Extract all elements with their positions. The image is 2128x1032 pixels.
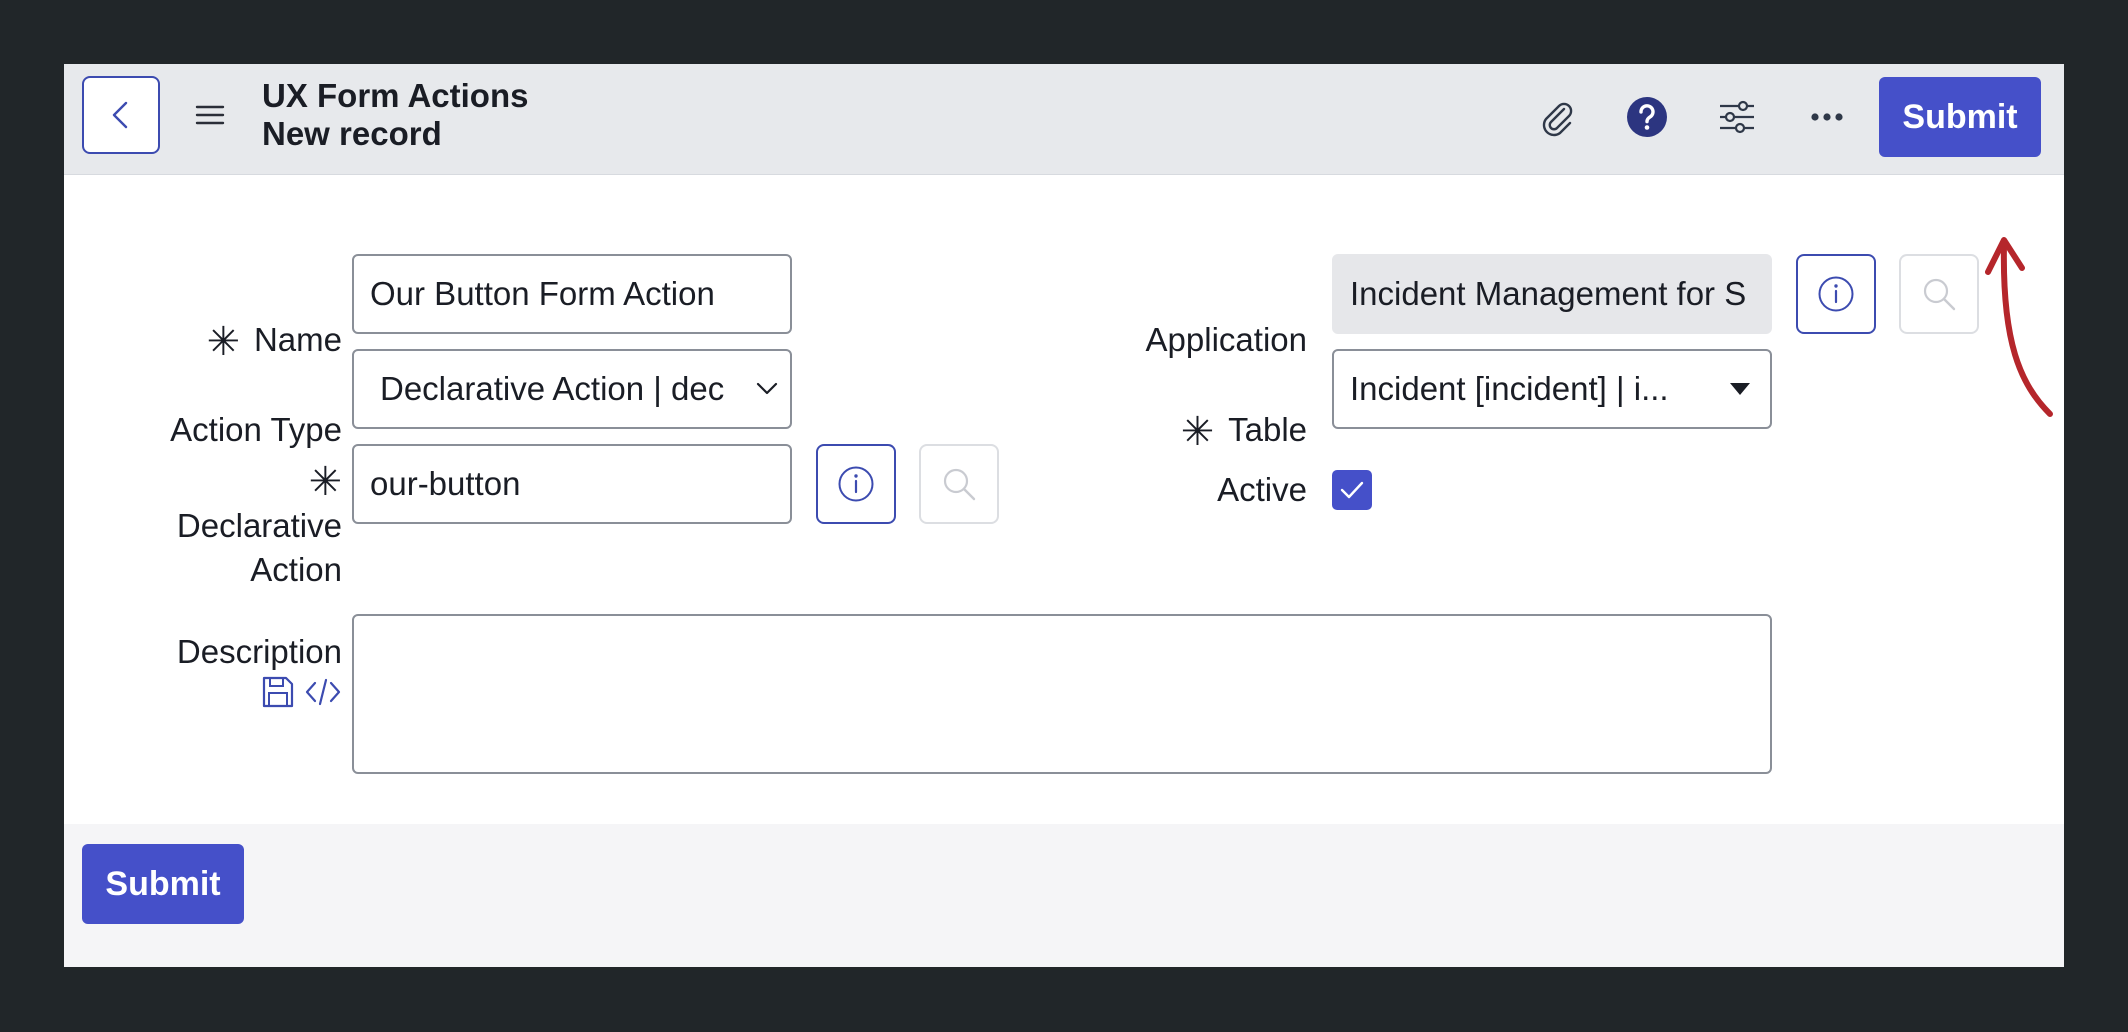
annotation-arrow-icon	[1985, 237, 2053, 417]
code-icon[interactable]	[304, 674, 342, 710]
checkmark-icon	[1340, 481, 1364, 499]
page-subtitle: New record	[262, 115, 442, 152]
application-field: Incident Management for S	[1332, 254, 1772, 334]
table-label: ✳ Table	[1180, 410, 1307, 455]
help-icon	[1627, 97, 1667, 137]
description-label: Description	[177, 632, 342, 710]
name-input[interactable]: Our Button Form Action	[352, 254, 792, 334]
description-textarea[interactable]	[352, 614, 1772, 774]
application-search-button[interactable]	[1899, 254, 1979, 334]
more-options-button[interactable]	[1804, 94, 1850, 140]
help-button[interactable]	[1624, 94, 1670, 140]
info-icon	[1818, 276, 1854, 312]
header-submit-button[interactable]: Submit	[1879, 77, 2041, 157]
active-label: Active	[1217, 471, 1307, 508]
declarative-action-label: ✳ Declarative Action	[176, 460, 342, 588]
save-icon[interactable]	[260, 674, 296, 710]
required-icon: ✳	[308, 460, 342, 504]
paperclip-icon	[1542, 102, 1573, 137]
info-icon	[838, 466, 874, 502]
form-footer: Submit	[64, 824, 2064, 967]
sliders-icon	[1720, 100, 1754, 134]
chevron-left-icon	[112, 101, 128, 129]
form-window: UX Form Actions New record Submit ✳ Name…	[64, 64, 2064, 967]
search-icon	[1923, 278, 1956, 311]
table-select[interactable]: Incident [incident] | i...	[1332, 349, 1772, 429]
active-checkbox[interactable]	[1332, 470, 1372, 510]
attachment-button[interactable]	[1534, 94, 1580, 140]
search-icon	[943, 468, 976, 501]
more-horizontal-icon	[1811, 113, 1843, 121]
menu-button[interactable]	[190, 95, 230, 135]
required-icon: ✳	[206, 320, 240, 365]
personalize-button[interactable]	[1714, 94, 1760, 140]
action-type-label: Action Type	[170, 411, 342, 448]
application-label: Application	[1145, 321, 1307, 358]
page-title: UX Form Actions	[262, 77, 529, 114]
back-button[interactable]	[82, 76, 160, 154]
caret-down-icon	[1730, 383, 1750, 395]
application-info-button[interactable]	[1796, 254, 1876, 334]
declarative-action-search-button[interactable]	[919, 444, 999, 524]
name-label: ✳ Name	[206, 320, 342, 365]
footer-submit-button[interactable]: Submit	[82, 844, 244, 924]
form-header: UX Form Actions New record Submit	[64, 64, 2064, 175]
declarative-action-info-button[interactable]	[816, 444, 896, 524]
required-icon: ✳	[1180, 410, 1215, 455]
hamburger-icon	[195, 105, 225, 125]
action-type-select[interactable]: Declarative Action | dec	[352, 349, 792, 429]
chevron-down-icon	[756, 382, 778, 395]
declarative-action-input[interactable]: our-button	[352, 444, 792, 524]
record-title: UX Form Actions New record	[262, 77, 528, 153]
